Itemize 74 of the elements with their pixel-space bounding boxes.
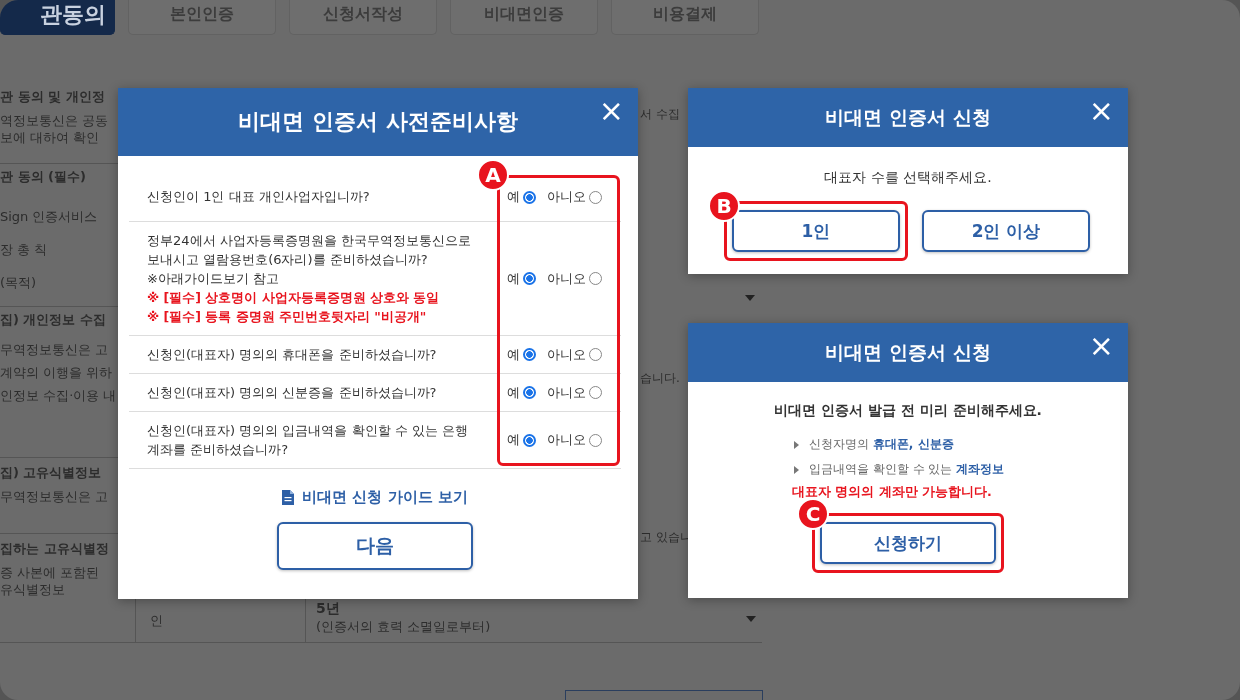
radio-button[interactable] [523,348,536,361]
close-button[interactable]: × [1088,96,1114,126]
bullet-icon [794,440,799,449]
section-heading: 관 동의 (필수) [0,168,87,187]
body-text: 장 총 칙 [0,241,49,259]
option-label: 아니오 [547,188,586,206]
body-text: 증 사본에 포함된 [0,564,101,581]
caret-icon [746,616,756,622]
section-heading: 집) 개인정보 수집 [0,310,107,329]
body-text: 무역정보통신은 고 [0,487,110,505]
close-button[interactable]: × [598,96,624,126]
option-label: 아니오 [547,383,586,402]
required-note: ※ [필수] 상호명이 사업자등록증명원 상호와 동일 [147,289,441,307]
caret-icon [745,295,755,301]
option-label: 아니오 [547,345,586,364]
question-text: 신청인이 1인 대표 개인사업자입니까? [147,188,371,206]
document-icon [282,490,295,505]
question-text: 신청인(대표자) 명의의 신분증을 준비하셨습니까? [147,384,438,402]
notice-heading: 비대면 인증서 발급 전 미리 준비해주세요. [773,402,1043,420]
bullet-icon [794,465,799,474]
body-text: 무역정보통신은 고 [0,340,110,358]
option-label: 예 [507,188,520,206]
guide-link[interactable]: 비대면 신청 가이드 보기 [302,488,468,507]
prompt-text: 대표자 수를 선택해주세요. [824,169,992,187]
dialog-title: 비대면 인증서 사전준비사항 [238,108,518,136]
required-note: ※ [필수] 등록 증명원 주민번호뒷자리 "비공개" [147,308,428,326]
body-text: 유식별정보 [0,581,66,598]
radio-button[interactable] [523,190,536,204]
body-text: 서 수집 [640,106,680,123]
body-text: 역정보통신은 공동 [0,112,110,129]
body-text: 습니다. [640,370,680,387]
body-text: 인정보 수집·이용 내 [0,386,118,404]
question-text: 신청인(대표자) 명의의 휴대폰을 준비하셨습니까? [147,346,438,364]
warning-text: 대표자 명의의 계좌만 가능합니다. [792,484,993,501]
option-label: 아니오 [547,431,586,449]
radio-button[interactable] [589,190,602,204]
radio-button[interactable] [589,433,602,447]
radio-button[interactable] [523,386,536,399]
dialog-title: 비대면 인증서 신청 [825,339,991,365]
option-label: 예 [507,345,520,364]
apply-button[interactable]: 신청하기 [820,522,996,564]
radio-button[interactable] [589,348,602,361]
table-cell: 5년 [316,600,340,618]
callout-badge: C [797,498,829,530]
close-button[interactable]: × [1088,331,1114,361]
dialog-title: 비대면 인증서 신청 [825,104,991,130]
section-heading: 집) 고유식별정보 [0,463,103,482]
section-heading: 집하는 고유식별정 [0,540,110,558]
option-label: 예 [507,431,520,449]
body-text: 계약의 이행을 위하 [0,363,114,381]
body-text: Sign 인증서비스 [0,208,99,226]
option-label: 예 [507,383,520,402]
body-text: (목적) [0,274,38,292]
checklist-item: 신청자명의 휴대폰, 신분증 [809,436,954,453]
table-cell: 인 [150,613,163,628]
next-button[interactable]: 다음 [277,522,473,570]
step-tab[interactable]: 관동의 [0,0,115,35]
question-text: 신청인(대표자) 명의의 입금내역을 확인할 수 있는 은행 계좌를 준비하셨습니까? [147,422,469,459]
body-text: 보에 대하여 확인 [0,129,101,146]
callout-badge: B [708,190,740,222]
radio-button[interactable] [589,386,602,399]
question-text: 정부24에서 사업자등록증명원을 한국무역정보통신으로 보내시고 열람용번호(6자리)를 준비하셨습니까? [147,232,472,269]
option-label: 예 [507,269,520,288]
option-label: 아니오 [547,269,586,288]
hint-text: ※아래가이드보기 참고 [147,270,281,288]
checklist-item: 입금내역을 확인할 수 있는 계좌정보 [809,461,1005,478]
radio-button[interactable] [589,272,602,285]
count-button[interactable]: 2인 이상 [922,210,1090,252]
callout-badge: A [477,159,509,191]
section-heading: 관 동의 및 개인정 [0,88,106,106]
radio-button[interactable] [523,272,536,285]
radio-button[interactable] [523,433,536,447]
count-button[interactable]: 1인 [732,210,900,252]
table-cell: (인증서의 효력 소멸일로부터) [316,618,491,636]
